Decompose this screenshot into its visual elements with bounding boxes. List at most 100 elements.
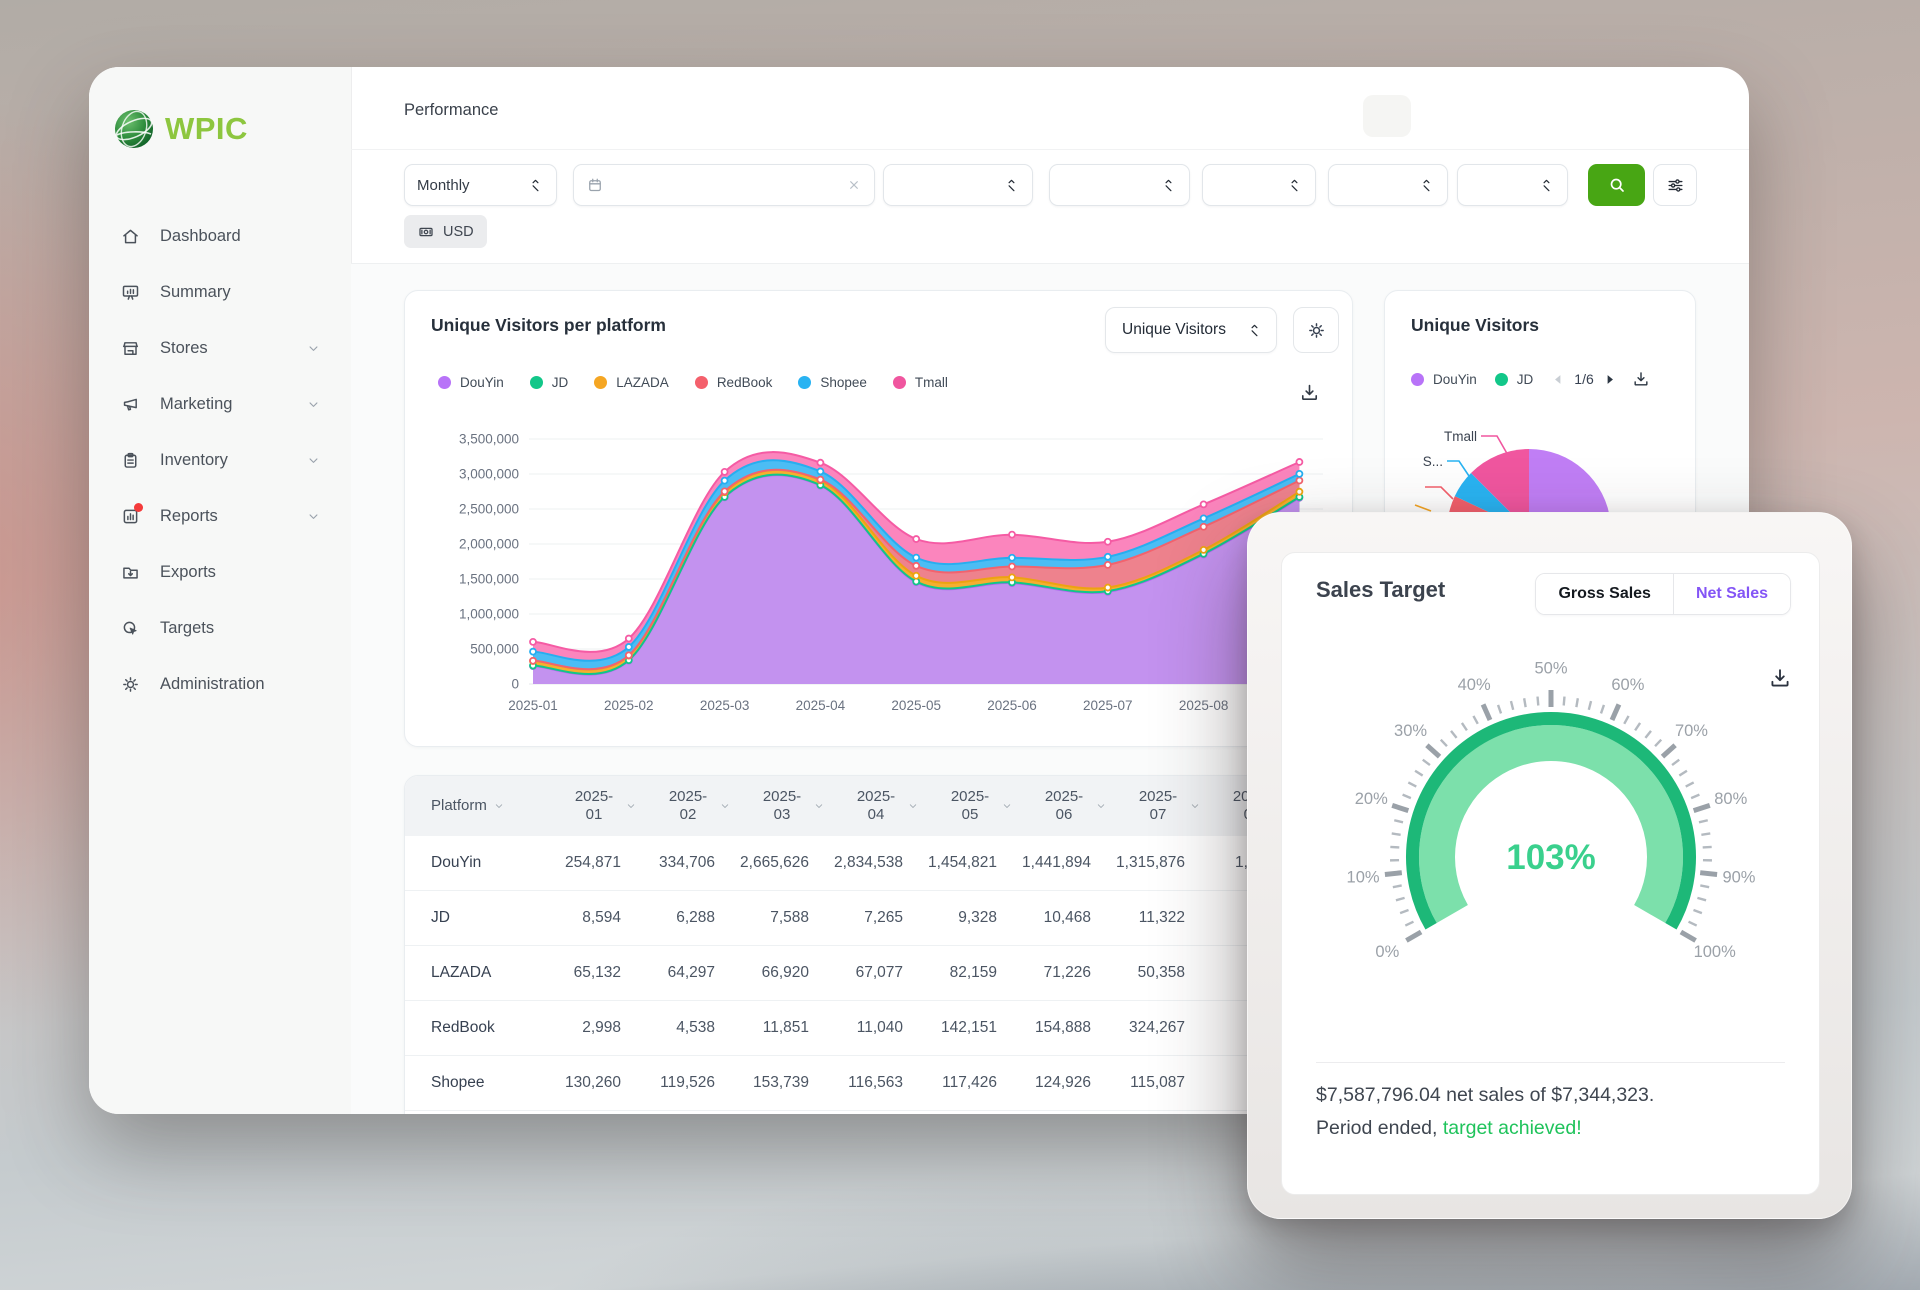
search-button[interactable] bbox=[1588, 164, 1645, 206]
avatar[interactable] bbox=[1363, 95, 1411, 137]
metric-select-value: Unique Visitors bbox=[1122, 321, 1226, 339]
clipboard-icon bbox=[120, 450, 141, 471]
download-icon[interactable] bbox=[1298, 381, 1321, 404]
legend-item-shopee[interactable]: Shopee bbox=[798, 375, 867, 390]
value-cell: 1,454,821 bbox=[923, 836, 1017, 890]
filter-select-1[interactable] bbox=[883, 164, 1033, 206]
footer-line2-highlight: target achieved! bbox=[1443, 1117, 1582, 1139]
legend-item-redbook[interactable]: RedBook bbox=[695, 375, 773, 390]
column-header-2025-01[interactable]: 2025-01 bbox=[547, 776, 641, 836]
footer-line2: Period ended, target achieved! bbox=[1316, 1112, 1654, 1145]
svg-text:2025-08: 2025-08 bbox=[1179, 698, 1229, 713]
desktop-background: WPIC DashboardSummary Stores MarketingInve… bbox=[0, 0, 1920, 1290]
sidebar-item-label: Stores bbox=[160, 339, 208, 358]
sidebar-item-targets[interactable]: Targets bbox=[89, 600, 351, 656]
value-cell: 8,594 bbox=[547, 891, 641, 945]
column-header-platform[interactable]: Platform bbox=[405, 776, 547, 836]
sidebar-item-dashboard[interactable]: Dashboard bbox=[89, 208, 351, 264]
date-range-input[interactable] bbox=[573, 164, 875, 206]
platform-cell: Shopee bbox=[405, 1056, 547, 1110]
svg-text:60%: 60% bbox=[1611, 676, 1644, 694]
filter-select-5[interactable] bbox=[1457, 164, 1568, 206]
svg-text:10%: 10% bbox=[1347, 868, 1380, 886]
legend-item-jd[interactable]: JD bbox=[1495, 372, 1534, 387]
legend-item-douyin[interactable]: DouYin bbox=[1411, 372, 1477, 387]
sidebar-nav: DashboardSummary Stores MarketingInventory… bbox=[89, 208, 351, 712]
filters-divider bbox=[351, 263, 1749, 264]
sidebar-item-administration[interactable]: Administration bbox=[89, 656, 351, 712]
metric-select[interactable]: Unique Visitors bbox=[1105, 307, 1277, 353]
value-cell: 154,888 bbox=[1017, 1001, 1111, 1055]
sales-target-title: Sales Target bbox=[1316, 577, 1445, 603]
sales-target-footer: $7,587,796.04 net sales of $7,344,323. P… bbox=[1316, 1079, 1654, 1145]
tab-net-sales[interactable]: Net Sales bbox=[1673, 574, 1790, 614]
legend-dot bbox=[798, 376, 811, 389]
legend-label: LAZADA bbox=[616, 375, 669, 390]
chart-legend: DouYin JD LAZADA RedBook Shopee Tmall bbox=[438, 375, 948, 390]
brand-logo: WPIC bbox=[114, 109, 248, 149]
sidebar-item-marketing[interactable]: Marketing bbox=[89, 376, 351, 432]
svg-text:2,500,000: 2,500,000 bbox=[459, 502, 519, 517]
platform-cell: RedBook bbox=[405, 1001, 547, 1055]
column-header-2025-06[interactable]: 2025-06 bbox=[1017, 776, 1111, 836]
value-cell: 10,468 bbox=[1017, 891, 1111, 945]
column-header-2025-04[interactable]: 2025-04 bbox=[829, 776, 923, 836]
chevron-down-icon bbox=[306, 509, 321, 524]
updown-icon bbox=[1538, 177, 1555, 194]
column-header-2025-03[interactable]: 2025-03 bbox=[735, 776, 829, 836]
chart-settings-button[interactable] bbox=[1293, 307, 1339, 353]
legend-item-tmall[interactable]: Tmall bbox=[893, 375, 948, 390]
value-cell: 11,040 bbox=[829, 1001, 923, 1055]
download-icon[interactable] bbox=[1631, 369, 1651, 389]
sidebar-item-inventory[interactable]: Inventory bbox=[89, 432, 351, 488]
value-cell: 4,538 bbox=[641, 1001, 735, 1055]
legend-dot bbox=[893, 376, 906, 389]
filter-select-2[interactable] bbox=[1049, 164, 1190, 206]
clear-icon[interactable] bbox=[846, 177, 862, 193]
period-select-value: Monthly bbox=[417, 177, 470, 194]
value-cell bbox=[829, 1111, 923, 1114]
legend-item-lazada[interactable]: LAZADA bbox=[594, 375, 669, 390]
tri-right-icon[interactable] bbox=[1602, 372, 1617, 387]
sort-caret-icon bbox=[625, 800, 637, 812]
sort-caret-icon bbox=[719, 800, 731, 812]
sidebar-item-stores[interactable]: Stores bbox=[89, 320, 351, 376]
svg-text:20%: 20% bbox=[1355, 790, 1388, 808]
sidebar-item-summary[interactable]: Summary bbox=[89, 264, 351, 320]
legend-item-douyin[interactable]: DouYin bbox=[438, 375, 504, 390]
svg-text:40%: 40% bbox=[1458, 676, 1491, 694]
filter-select-4[interactable] bbox=[1328, 164, 1448, 206]
value-cell: 334,706 bbox=[641, 836, 735, 890]
svg-text:30%: 30% bbox=[1394, 722, 1427, 740]
column-header-2025-02[interactable]: 2025-02 bbox=[641, 776, 735, 836]
x-icon bbox=[846, 177, 862, 193]
store-icon bbox=[120, 338, 141, 359]
value-cell: 130,260 bbox=[547, 1056, 641, 1110]
sidebar-item-label: Reports bbox=[160, 507, 218, 526]
legend-item-jd[interactable]: JD bbox=[530, 375, 569, 390]
currency-chip: USD bbox=[404, 215, 487, 248]
sidebar-item-reports[interactable]: Reports bbox=[89, 488, 351, 544]
target-icon bbox=[120, 618, 141, 639]
filter-settings-button[interactable] bbox=[1653, 164, 1697, 206]
column-header-2025-05[interactable]: 2025-05 bbox=[923, 776, 1017, 836]
value-cell: 153,739 bbox=[735, 1056, 829, 1110]
filter-select-3[interactable] bbox=[1202, 164, 1316, 206]
svg-text:0%: 0% bbox=[1375, 943, 1399, 961]
tri-left-icon[interactable] bbox=[1551, 372, 1566, 387]
tab-gross-sales[interactable]: Gross Sales bbox=[1536, 574, 1673, 614]
header-divider bbox=[351, 149, 1749, 150]
megaphone-icon bbox=[120, 394, 141, 415]
value-cell: 254,871 bbox=[547, 836, 641, 890]
legend-dot bbox=[594, 376, 607, 389]
column-header-2025-07[interactable]: 2025-07 bbox=[1111, 776, 1205, 836]
updown-icon bbox=[527, 177, 544, 194]
sidebar-item-exports[interactable]: Exports bbox=[89, 544, 351, 600]
chevron-down-icon bbox=[306, 397, 321, 412]
globe-logo-icon bbox=[114, 109, 154, 149]
period-select[interactable]: Monthly bbox=[404, 164, 557, 206]
svg-text:70%: 70% bbox=[1675, 722, 1708, 740]
chevron-down-icon bbox=[493, 800, 505, 812]
updown-icon bbox=[1246, 322, 1263, 339]
updown-icon bbox=[1286, 177, 1303, 194]
